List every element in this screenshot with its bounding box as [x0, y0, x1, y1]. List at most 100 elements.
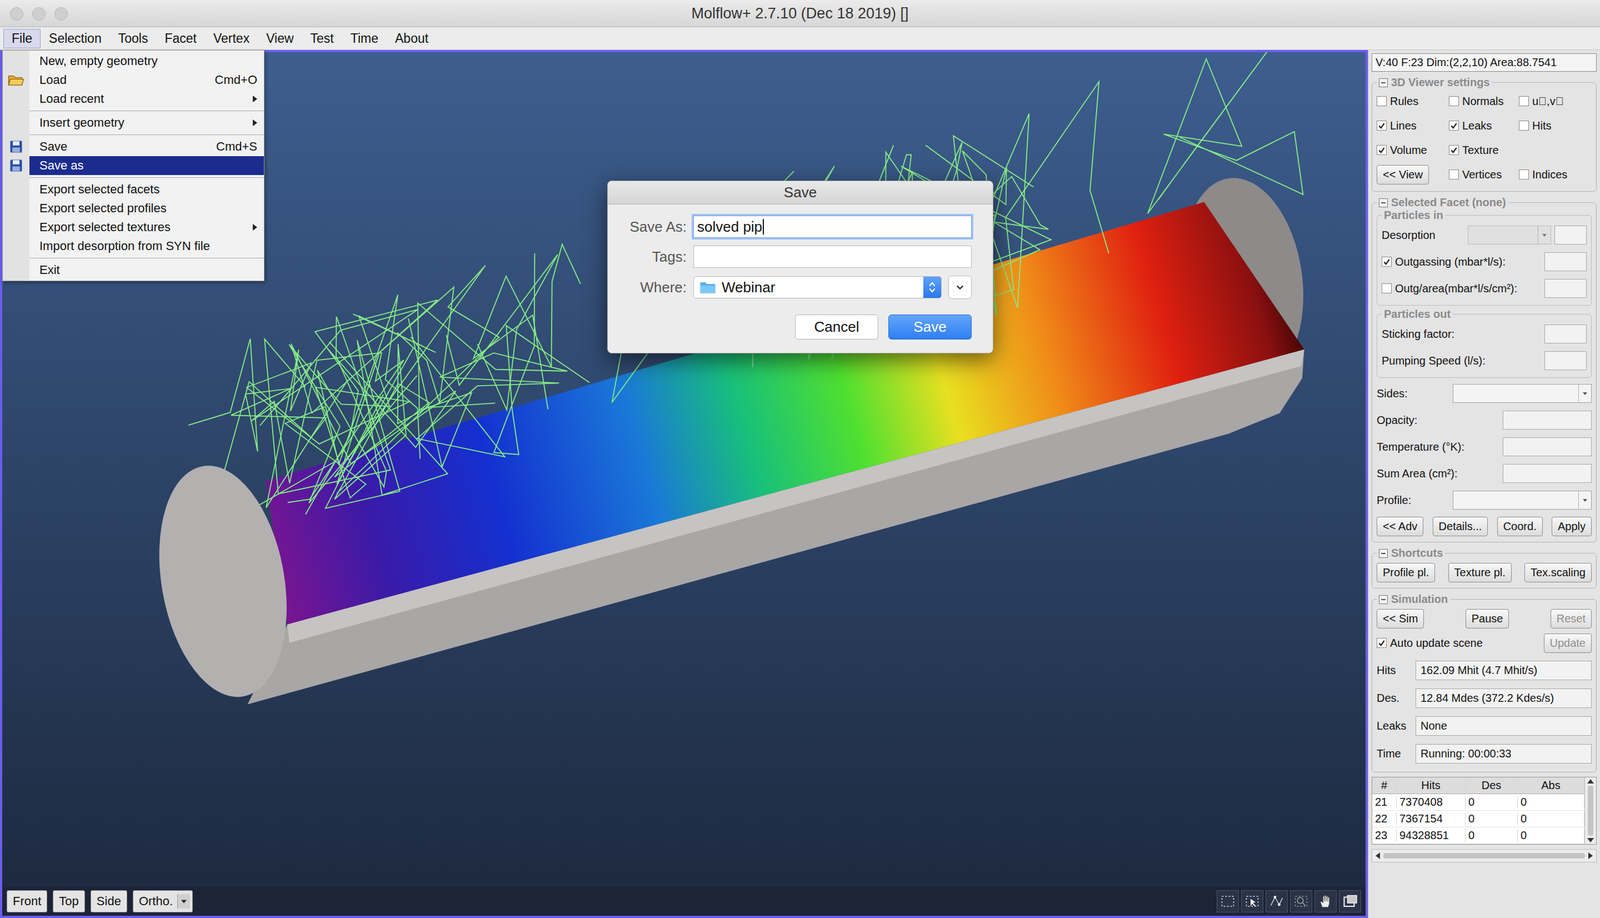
scroll-right-icon[interactable]: [1588, 852, 1593, 859]
checkbox[interactable]: [1518, 96, 1529, 107]
checkbox[interactable]: [1518, 120, 1529, 131]
view-button[interactable]: Side: [90, 890, 128, 913]
settings-checkbox[interactable]: Hits: [1518, 119, 1592, 133]
shortcut-button[interactable]: Texture pl.: [1448, 562, 1512, 583]
settings-checkbox[interactable]: Rules: [1376, 95, 1449, 108]
facet-button[interactable]: Apply: [1551, 516, 1592, 537]
field-input[interactable]: [1502, 437, 1592, 457]
menu-item[interactable]: View: [257, 28, 302, 49]
facet-button[interactable]: << Adv: [1376, 516, 1424, 537]
settings-checkbox[interactable]: Leaks: [1448, 119, 1519, 133]
rect-select-icon[interactable]: [1216, 890, 1239, 913]
field-input[interactable]: [1544, 351, 1587, 370]
view-button[interactable]: Front: [6, 890, 48, 913]
menu-item[interactable]: Facet: [156, 28, 205, 49]
facet-button[interactable]: Coord.: [1497, 516, 1543, 537]
menu-entry[interactable]: Insert geometry: [2, 113, 264, 133]
menu-entry[interactable]: SaveCmd+S: [2, 137, 264, 157]
group-title[interactable]: Simulation: [1376, 592, 1450, 606]
menu-entry[interactable]: Import desorption from SYN file: [2, 236, 264, 256]
shortcut-button[interactable]: Profile pl.: [1376, 562, 1435, 583]
menu-entry[interactable]: Exit: [2, 260, 264, 280]
settings-checkbox[interactable]: Texture: [1448, 143, 1519, 157]
checkbox[interactable]: [1376, 120, 1387, 131]
settings-checkbox[interactable]: Indices: [1518, 168, 1592, 182]
menu-item[interactable]: Vertex: [205, 28, 258, 49]
field-dropdown[interactable]: [1452, 490, 1592, 510]
auto-update-checkbox[interactable]: Auto update scene: [1376, 636, 1541, 650]
menu-entry[interactable]: Load recent: [2, 89, 264, 109]
close-button[interactable]: [10, 7, 24, 21]
checkbox[interactable]: [1376, 96, 1387, 107]
view-button[interactable]: Top: [52, 890, 85, 913]
dialog-text-field[interactable]: [693, 245, 972, 268]
zoom-icon[interactable]: [1290, 890, 1313, 913]
dialog-button[interactable]: Cancel: [795, 314, 879, 340]
settings-checkbox[interactable]: Normals: [1448, 95, 1519, 108]
checkbox[interactable]: [1381, 256, 1392, 267]
update-button[interactable]: Update: [1543, 633, 1593, 653]
settings-checkbox[interactable]: Lines: [1376, 119, 1449, 133]
table-row[interactable]: 22736715400: [1372, 810, 1585, 828]
minimize-button[interactable]: [32, 7, 46, 21]
simulation-button[interactable]: << Sim: [1376, 608, 1424, 629]
menu-item[interactable]: Selection: [40, 28, 110, 49]
pan-icon[interactable]: [1314, 890, 1337, 913]
column-header[interactable]: #: [1372, 778, 1397, 792]
dialog-button[interactable]: Save: [888, 314, 972, 340]
horizontal-scrollbar[interactable]: [1371, 848, 1597, 863]
group-title[interactable]: 3D Viewer settings: [1376, 76, 1492, 89]
column-header[interactable]: Hits: [1396, 778, 1466, 792]
scroll-left-icon[interactable]: [1375, 852, 1380, 859]
checkbox[interactable]: [1518, 169, 1529, 180]
table-row[interactable]: 21737040800: [1372, 793, 1585, 811]
simulation-button[interactable]: Reset: [1550, 608, 1592, 629]
menu-item[interactable]: Test: [302, 28, 343, 49]
shortcut-button[interactable]: Tex.scaling: [1524, 562, 1592, 583]
column-header[interactable]: Abs: [1517, 778, 1585, 792]
scroll-up-icon[interactable]: [1587, 778, 1594, 784]
settings-checkbox[interactable]: Volume: [1376, 143, 1449, 157]
checkbox[interactable]: [1448, 120, 1459, 131]
menu-item[interactable]: About: [386, 28, 437, 49]
expand-button[interactable]: [948, 275, 972, 299]
checkbox[interactable]: [1448, 169, 1459, 180]
table-row[interactable]: 239432885100: [1372, 827, 1585, 844]
view-panel-button[interactable]: << View: [1376, 165, 1429, 185]
menu-item[interactable]: File: [3, 28, 41, 49]
scroll-thumb[interactable]: [1383, 852, 1585, 859]
field-input[interactable]: [1502, 410, 1592, 430]
menu-entry[interactable]: Export selected textures: [2, 217, 264, 237]
group-title[interactable]: Selected Facet (none): [1376, 196, 1509, 209]
menu-item[interactable]: Tools: [110, 28, 157, 49]
menu-entry[interactable]: Export selected profiles: [2, 198, 264, 218]
field-dropdown[interactable]: [1452, 383, 1592, 403]
projection-select[interactable]: Ortho.: [132, 890, 193, 913]
simulation-button[interactable]: Pause: [1465, 608, 1510, 629]
column-header[interactable]: Des: [1465, 778, 1518, 792]
vertical-scrollbar[interactable]: [1584, 777, 1597, 844]
dialog-text-field[interactable]: solved pip: [693, 215, 972, 238]
outgassing-area-input[interactable]: [1544, 278, 1587, 298]
outgassing-area-checkbox[interactable]: Outg/area(mbar*l/s/cm²):: [1381, 282, 1542, 295]
outgassing-input[interactable]: [1544, 252, 1587, 272]
checkbox[interactable]: [1376, 145, 1387, 155]
scroll-down-icon[interactable]: [1587, 837, 1594, 843]
group-title[interactable]: Shortcuts: [1376, 546, 1445, 560]
menu-entry[interactable]: Save as: [2, 156, 264, 175]
menu-entry[interactable]: New, empty geometry: [2, 51, 264, 71]
menu-entry[interactable]: LoadCmd+O: [2, 70, 264, 90]
zoom-button[interactable]: [54, 7, 68, 21]
field-input[interactable]: [1544, 324, 1587, 344]
desorption-dropdown[interactable]: [1467, 225, 1552, 245]
screenshot-icon[interactable]: [1338, 890, 1362, 913]
where-popup[interactable]: Webinar: [693, 276, 942, 299]
menu-entry[interactable]: Export selected facets: [2, 180, 264, 199]
facet-select-icon[interactable]: [1241, 890, 1264, 913]
menu-item[interactable]: Time: [342, 28, 387, 49]
field-input[interactable]: [1502, 463, 1592, 483]
settings-checkbox[interactable]: Vertices: [1448, 168, 1519, 182]
outgassing-checkbox[interactable]: Outgassing (mbar*l/s):: [1381, 255, 1542, 269]
desorption-input[interactable]: [1554, 225, 1587, 245]
checkbox[interactable]: [1448, 96, 1459, 107]
